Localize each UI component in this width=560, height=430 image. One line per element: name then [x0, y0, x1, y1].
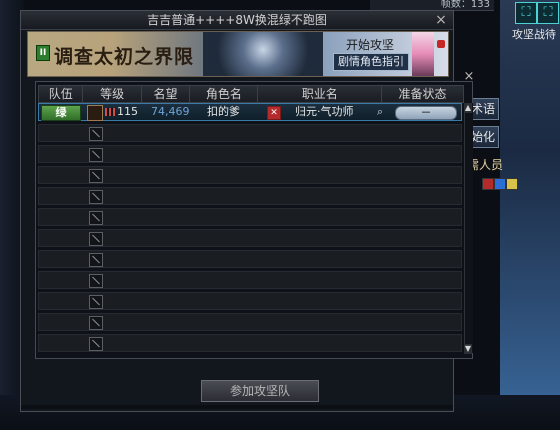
party-window: 吉吉普通++++8W换混绿不跑图 × II 调查太初之界限 开始攻坚 剧情角色指…: [20, 10, 473, 412]
table-row-empty: [38, 250, 462, 268]
table-row-empty: [38, 271, 462, 289]
red-icon: [482, 178, 494, 190]
table-row-empty: [38, 334, 462, 352]
table-body: 绿 115 74,469 扣的爹 ✕ 归元·气功师 ⌕ －: [38, 103, 462, 357]
quest-banner: II 调查太初之界限 开始攻坚 剧情角色指引: [27, 31, 449, 77]
needed-members-icons: [482, 178, 522, 190]
gold-icon: [506, 178, 518, 190]
search-icon[interactable]: ⌕: [377, 104, 383, 120]
panel-close-icon[interactable]: ×: [462, 70, 476, 84]
class-icon: ✕: [267, 106, 281, 120]
guide-button[interactable]: 剧情角色指引: [333, 53, 409, 71]
table-row-empty: [38, 292, 462, 310]
banner-character-icon: [412, 32, 434, 76]
table-scrollbar[interactable]: [464, 103, 473, 353]
level-bars-icon: [105, 108, 115, 116]
pvp-icon-1[interactable]: ⛶: [515, 2, 537, 24]
table-row[interactable]: 绿 115 74,469 扣的爹 ✕ 归元·气功师 ⌕ －: [38, 103, 462, 121]
level-value: 115: [117, 105, 138, 118]
background-right-scene: [500, 0, 560, 430]
table-row-empty: [38, 313, 462, 331]
header-fame: 名望: [142, 86, 191, 102]
lock-icon: [89, 274, 103, 288]
table-row-empty: [38, 229, 462, 247]
lock-icon: [89, 190, 103, 204]
header-group: 队伍: [39, 86, 84, 102]
lock-icon: [89, 337, 103, 351]
join-raid-button[interactable]: 参加攻坚队: [201, 380, 319, 402]
table-header: 队伍 等级 名望 角色名 职业名 准备状态: [38, 85, 464, 103]
header-ready: 准备状态: [398, 87, 447, 101]
blue-icon: [494, 178, 506, 190]
lock-icon: [89, 253, 103, 267]
banner-title: 调查太初之界限: [54, 46, 195, 68]
table-row-empty: [38, 166, 462, 184]
lock-icon: [89, 295, 103, 309]
window-title: 吉吉普通++++8W换混绿不跑图: [21, 11, 453, 30]
header-level: 等级: [83, 86, 142, 102]
close-icon[interactable]: ×: [433, 12, 449, 28]
table-row-empty: [38, 208, 462, 226]
start-raid-label: 开始攻坚: [346, 38, 395, 52]
lock-icon: [89, 169, 103, 183]
pvp-label: 攻坚战待: [512, 28, 556, 41]
class-name: 归元·气功师: [295, 105, 354, 118]
chevron-down-icon[interactable]: ▼: [464, 344, 472, 354]
chevron-up-icon[interactable]: ▲: [464, 103, 472, 113]
lock-icon: [89, 127, 103, 141]
ready-status[interactable]: －: [395, 106, 457, 120]
member-table: 队伍 等级 名望 角色名 职业名 准备状态 绿 115 74,469 扣的爹 ✕…: [35, 81, 473, 359]
table-row-empty: [38, 124, 462, 142]
lock-icon: [437, 40, 445, 48]
group-badge: 绿: [41, 105, 81, 121]
level-icon: [87, 105, 103, 121]
pvp-icon-2[interactable]: ⛶: [537, 2, 559, 24]
banner-badge: II: [36, 45, 50, 61]
window-footer: [21, 405, 453, 409]
character-name: 扣的爹: [207, 105, 240, 118]
header-name: 角色名: [190, 86, 259, 102]
lock-icon: [89, 211, 103, 225]
lock-icon: [89, 148, 103, 162]
fame-value: 74,469: [151, 105, 190, 118]
table-row-empty: [38, 145, 462, 163]
lock-icon: [89, 316, 103, 330]
lock-icon: [89, 232, 103, 246]
table-row-empty: [38, 187, 462, 205]
banner-art: [203, 32, 323, 76]
header-class: 职业名: [258, 86, 382, 102]
